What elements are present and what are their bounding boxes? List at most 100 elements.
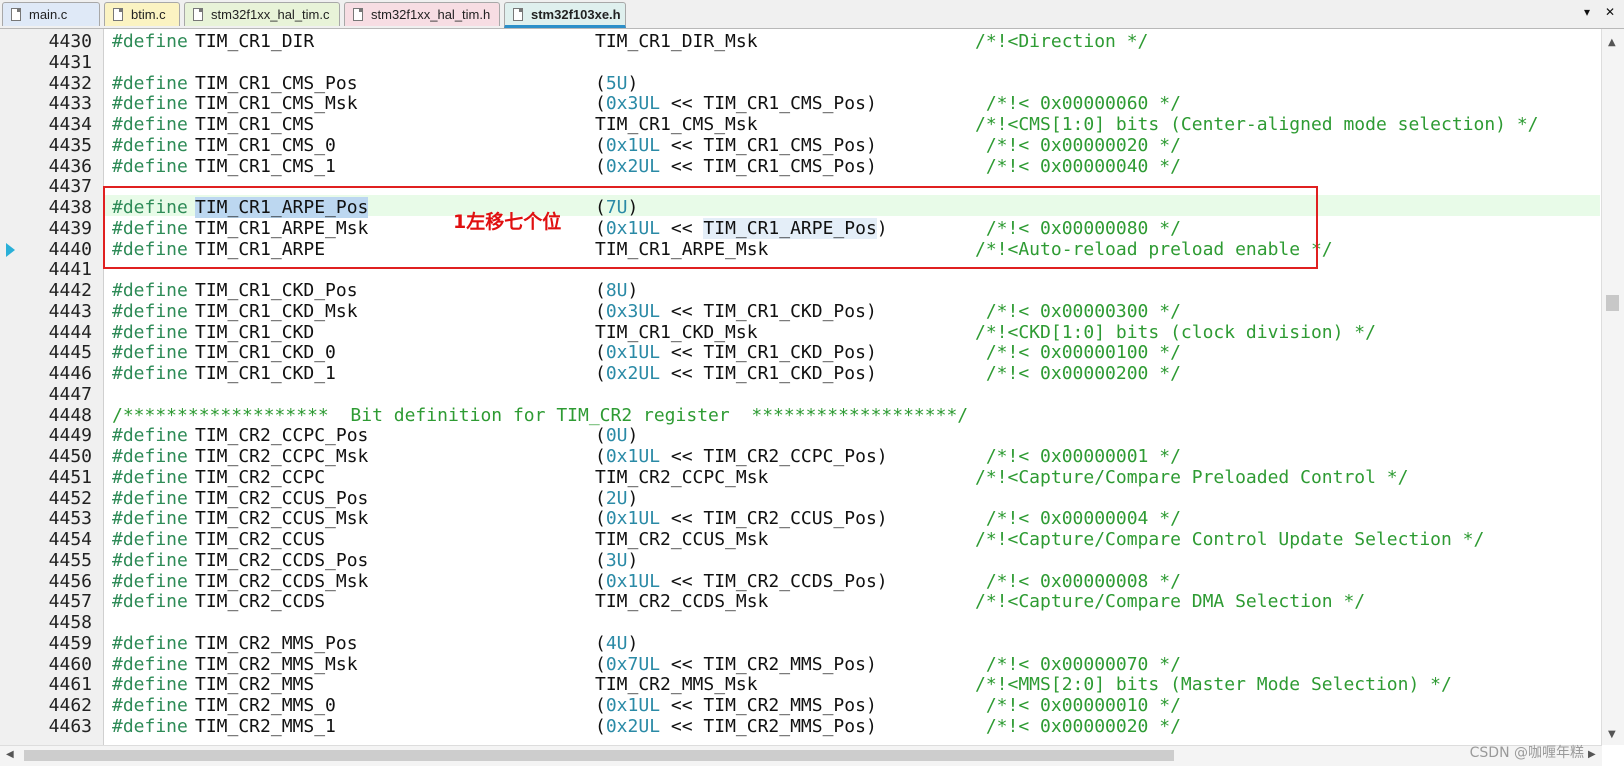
macro-comment: /*!<Auto-reload preload enable */	[975, 238, 1333, 260]
shift-reference: TIM_CR2_MMS_Pos	[703, 653, 866, 675]
code-line[interactable]: 4430 #define TIM_CR1_DIR TIM_CR1_DIR_Msk /*!…	[0, 31, 1600, 52]
tab-bar: main.c btim.c stm32f1xx_hal_tim.c stm32f…	[0, 0, 1624, 29]
macro-comment: /*!< 0x00000001 */	[975, 446, 1181, 467]
numeric-literal: 8U	[605, 280, 628, 301]
code-line[interactable]: 4460 #define TIM_CR2_MMS_Msk (0x7UL << TIM_…	[0, 654, 1600, 675]
macro-comment: /*!<Capture/Compare DMA Selection */	[975, 591, 1366, 613]
code-line[interactable]: 4447	[0, 384, 1600, 405]
macro-comment: /*!< 0x00000020 */	[975, 715, 1181, 737]
macro-value: (0x2UL << TIM_CR1_CKD_Pos)	[595, 363, 877, 384]
code-line[interactable]: 4443 #define TIM_CR1_CKD_Msk (0x3UL << TIM_…	[0, 301, 1600, 322]
scroll-down-icon[interactable]: ▼	[1608, 729, 1616, 740]
define-keyword: #define	[112, 695, 188, 716]
shift-reference: TIM_CR1_CMS_Pos	[703, 134, 866, 156]
code-line[interactable]: 4463 #define TIM_CR2_MMS_1 (0x2UL << TIM_CR…	[0, 716, 1600, 737]
macro-value: (0x1UL << TIM_CR1_CMS_Pos)	[595, 134, 877, 156]
horizontal-scroll-thumb[interactable]	[24, 750, 1174, 761]
code-line[interactable]: 4436 #define TIM_CR1_CMS_1 (0x2UL << TIM_CR…	[0, 156, 1600, 177]
define-keyword: #define	[112, 446, 188, 467]
macro-value: (0x1UL << TIM_CR2_MMS_Pos)	[595, 695, 877, 716]
code-line[interactable]: 4458	[0, 612, 1600, 633]
code-line[interactable]: 4448 /******************* Bit definition …	[0, 405, 1600, 426]
define-keyword: #define	[112, 342, 188, 364]
shift-reference: TIM_CR2_CCPC_Pos	[703, 446, 877, 467]
code-line[interactable]: 4434 #define TIM_CR1_CMS TIM_CR1_CMS_Msk /*!…	[0, 114, 1600, 135]
macro-name: TIM_CR1_CKD_1	[195, 363, 336, 384]
macro-name: TIM_CR2_MMS_1	[195, 715, 336, 737]
scroll-right-icon[interactable]: ▶	[1588, 749, 1596, 760]
file-icon	[353, 8, 363, 21]
line-number: 4445	[48, 342, 92, 364]
define-keyword: #define	[112, 508, 188, 530]
code-line[interactable]: 4450 #define TIM_CR2_CCPC_Msk (0x1UL << TIM…	[0, 446, 1600, 467]
line-number: 4451	[48, 466, 92, 488]
define-keyword: #define	[112, 321, 188, 343]
macro-comment: /*!< 0x00000100 */	[975, 342, 1181, 364]
code-line[interactable]: 4455 #define TIM_CR2_CCDS_Pos (3U)	[0, 550, 1600, 571]
code-line[interactable]: 4441	[0, 259, 1600, 280]
tab-stm32f1xx-hal-tim-c[interactable]: stm32f1xx_hal_tim.c	[184, 2, 340, 26]
numeric-literal: 4U	[605, 632, 628, 654]
line-number: 4436	[48, 155, 92, 177]
code-line[interactable]: 4459 #define TIM_CR2_MMS_Pos (4U)	[0, 633, 1600, 654]
tab-btim-c[interactable]: btim.c	[104, 2, 180, 26]
code-line[interactable]: 4446 #define TIM_CR1_CKD_1 (0x2UL << TIM_CR…	[0, 363, 1600, 384]
code-line[interactable]: 4449 #define TIM_CR2_CCPC_Pos (0U)	[0, 425, 1600, 446]
line-number: 4430	[48, 31, 92, 52]
code-line[interactable]: 4444 #define TIM_CR1_CKD TIM_CR1_CKD_Msk /*!…	[0, 322, 1600, 343]
code-line[interactable]: 4445 #define TIM_CR1_CKD_0 (0x1UL << TIM_CR…	[0, 342, 1600, 363]
section-comment: /******************* Bit definition for …	[112, 404, 969, 426]
code-line[interactable]: 4433 #define TIM_CR1_CMS_Msk (0x3UL << TIM_…	[0, 93, 1600, 114]
code-line[interactable]: 4438 #define TIM_CR1_ARPE_Pos (7U)	[0, 197, 1600, 218]
tab-list-dropdown-icon[interactable]: ▾	[1584, 5, 1590, 19]
code-line[interactable]: 4442 #define TIM_CR1_CKD_Pos (8U)	[0, 280, 1600, 301]
line-number: 4449	[48, 425, 92, 447]
code-line[interactable]: 4456 #define TIM_CR2_CCDS_Msk (0x1UL << TIM…	[0, 571, 1600, 592]
macro-comment: /*!< 0x00000040 */	[975, 155, 1181, 177]
define-keyword: #define	[112, 72, 188, 94]
line-number: 4453	[48, 508, 92, 530]
macro-value: TIM_CR1_CMS_Msk	[595, 114, 758, 135]
line-number: 4441	[48, 259, 92, 281]
file-icon	[513, 8, 523, 21]
code-line[interactable]: 4457 #define TIM_CR2_CCDS TIM_CR2_CCDS_Msk /…	[0, 591, 1600, 612]
macro-name: TIM_CR2_CCPC	[195, 466, 326, 488]
vertical-scrollbar[interactable]: ▲ ▼	[1601, 29, 1624, 745]
define-keyword: #define	[112, 134, 188, 156]
code-line[interactable]: 4451 #define TIM_CR2_CCPC TIM_CR2_CCPC_Msk /…	[0, 467, 1600, 488]
define-keyword: #define	[112, 591, 188, 613]
define-keyword: #define	[112, 363, 188, 384]
code-line[interactable]: 4454 #define TIM_CR2_CCUS TIM_CR2_CCUS_Msk /…	[0, 529, 1600, 550]
code-line[interactable]: 4435 #define TIM_CR1_CMS_0 (0x1UL << TIM_CR…	[0, 135, 1600, 156]
code-line[interactable]: 4437	[0, 176, 1600, 197]
close-tab-icon[interactable]: ✕	[1605, 5, 1615, 19]
line-number: 4431	[48, 51, 92, 73]
tab-stm32f1xx-hal-tim-h[interactable]: stm32f1xx_hal_tim.h	[344, 2, 500, 26]
code-line[interactable]: 4432 #define TIM_CR1_CMS_Pos (5U)	[0, 73, 1600, 94]
horizontal-scrollbar[interactable]: ◀ ▶	[0, 745, 1602, 766]
macro-name: TIM_CR1_CKD_Msk	[195, 300, 358, 322]
tab-main-c[interactable]: main.c	[2, 2, 100, 26]
code-line[interactable]: 4453 #define TIM_CR2_CCUS_Msk (0x1UL << TIM…	[0, 508, 1600, 529]
macro-comment: /*!<Capture/Compare Control Update Selec…	[975, 529, 1485, 550]
code-line[interactable]: 4452 #define TIM_CR2_CCUS_Pos (2U)	[0, 488, 1600, 509]
code-line[interactable]: 4440 #define TIM_CR1_ARPE TIM_CR1_ARPE_Msk /…	[0, 239, 1600, 260]
scroll-left-icon[interactable]: ◀	[6, 749, 14, 760]
macro-name: TIM_CR1_CMS_1	[195, 155, 336, 177]
numeric-literal: 0x1UL	[605, 570, 661, 592]
tab-stm32f103xe-h[interactable]: stm32f103xe.h	[504, 2, 626, 28]
code-line[interactable]: 4439 #define TIM_CR1_ARPE_Msk (0x1UL << TIM…	[0, 217, 1600, 239]
shift-reference: TIM_CR1_CKD_Pos	[703, 342, 866, 364]
macro-comment: /*!< 0x00000060 */	[975, 93, 1181, 115]
scroll-up-icon[interactable]: ▲	[1608, 37, 1616, 48]
code-line[interactable]: 4431	[0, 52, 1600, 73]
code-line[interactable]: 4462 #define TIM_CR2_MMS_0 (0x1UL << TIM_CR…	[0, 695, 1600, 716]
code-line[interactable]: 4461 #define TIM_CR2_MMS TIM_CR2_MMS_Msk /*!…	[0, 674, 1600, 695]
annotation-text: 1左移七个位	[453, 211, 562, 233]
code-editor[interactable]: 4430 #define TIM_CR1_DIR TIM_CR1_DIR_Msk /*!…	[0, 29, 1600, 745]
tab-label: main.c	[29, 7, 68, 22]
vertical-scroll-thumb[interactable]	[1606, 295, 1619, 311]
watermark: CSDN @咖喱年糕	[1469, 745, 1584, 761]
macro-comment: /*!< 0x00000020 */	[975, 134, 1181, 156]
macro-comment: /*!< 0x00000070 */	[975, 653, 1181, 675]
